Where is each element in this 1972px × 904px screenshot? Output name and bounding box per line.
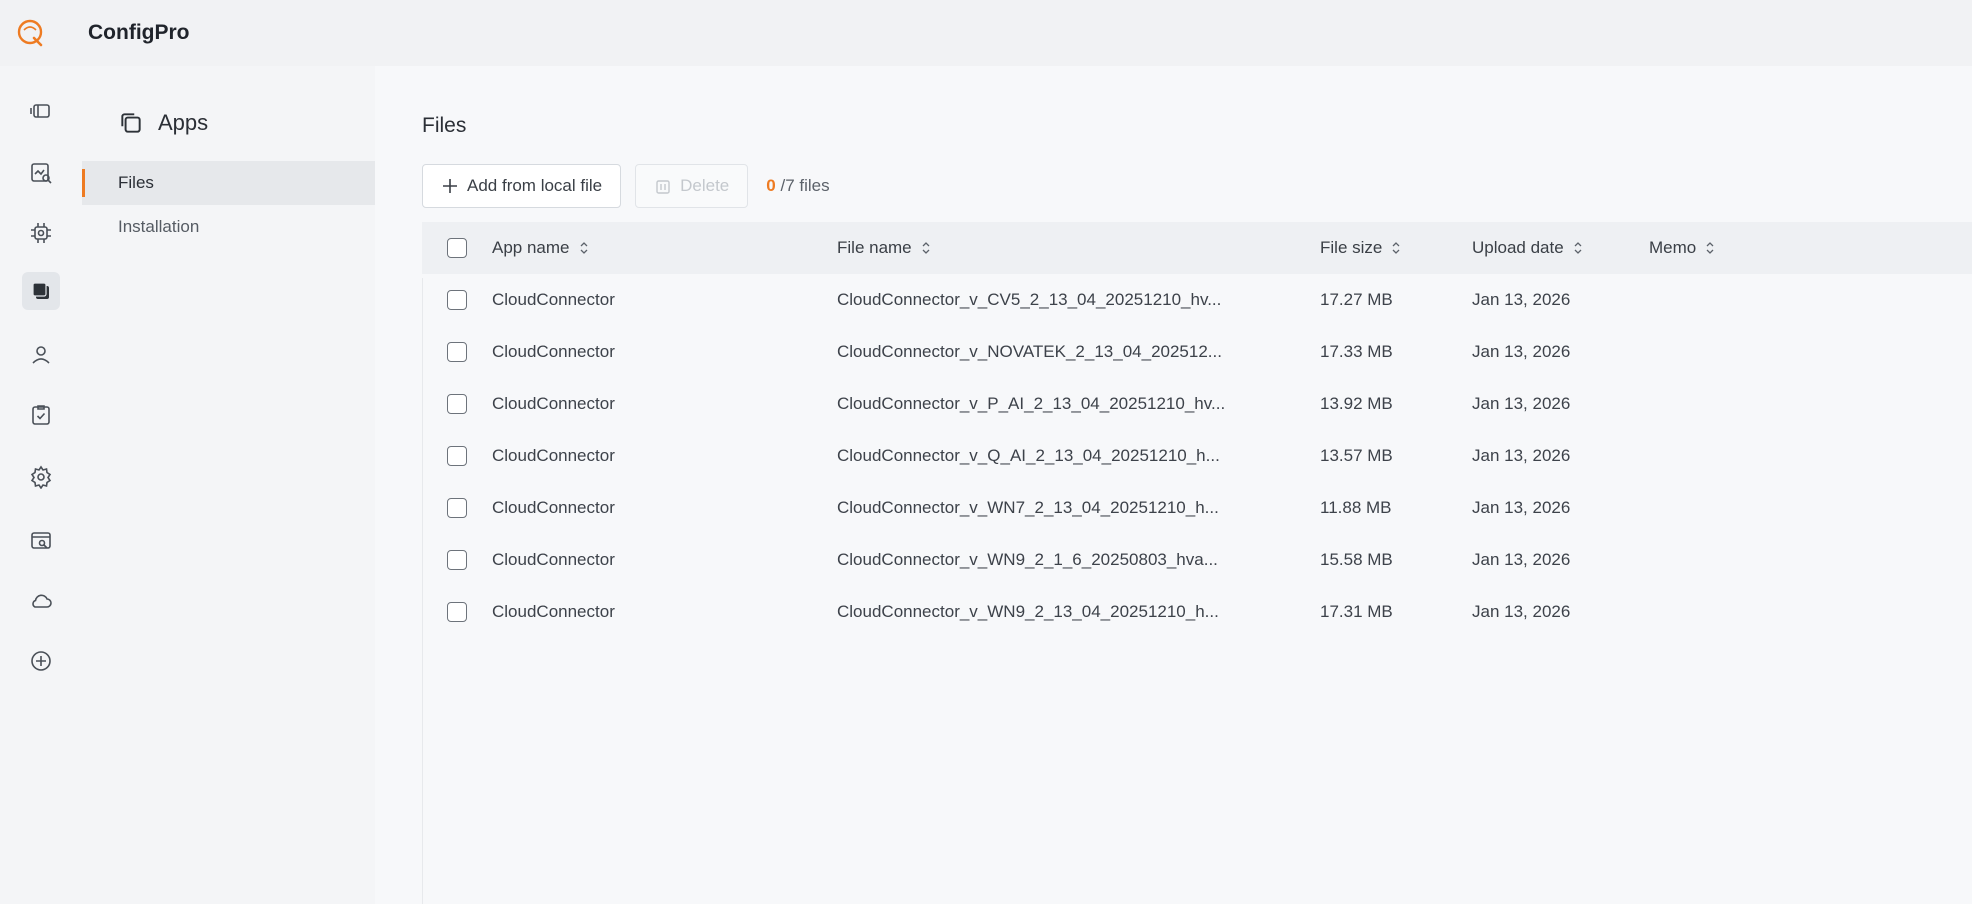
plus-circle-icon[interactable] (22, 642, 60, 680)
table-row[interactable]: CloudConnector CloudConnector_v_CV5_2_13… (422, 274, 1972, 326)
cloud-icon[interactable] (22, 582, 60, 620)
table-row[interactable]: CloudConnector CloudConnector_v_WN9_2_13… (422, 586, 1972, 638)
subnav-item-installation[interactable]: Installation (82, 205, 375, 249)
selected-count: 0 (766, 176, 776, 195)
row-checkbox[interactable] (447, 550, 467, 570)
column-label: File size (1320, 238, 1383, 257)
apps-subnav: Apps Files Installation (82, 66, 375, 904)
logo-icon[interactable] (16, 18, 46, 48)
apps-icon[interactable] (22, 272, 60, 310)
user-icon[interactable] (22, 336, 60, 374)
clipboard-check-icon[interactable] (22, 396, 60, 434)
sort-icon (1574, 242, 1582, 254)
row-checkbox[interactable] (447, 498, 467, 518)
file-size-cell: 11.88 MB (1320, 498, 1392, 517)
table-row[interactable]: CloudConnector CloudConnector_v_P_AI_2_1… (422, 378, 1972, 430)
column-label: Upload date (1472, 238, 1564, 257)
top-bar: ConfigPro (0, 0, 1972, 66)
subnav-item-label: Installation (118, 217, 200, 236)
row-checkbox[interactable] (447, 602, 467, 622)
main-content: Files Add from local file Delete 0 /7 fi… (375, 66, 1972, 904)
upload-date-cell: Jan 13, 2026 (1472, 446, 1571, 465)
sort-icon (580, 242, 587, 254)
plus-icon (443, 179, 457, 193)
delete-label: Delete (680, 176, 730, 195)
file-size-cell: 17.33 MB (1320, 342, 1393, 361)
app-title: ConfigPro (88, 21, 190, 44)
row-checkbox[interactable] (447, 342, 467, 362)
column-header-memo[interactable]: Memo (1649, 238, 1849, 258)
file-size-cell: 15.58 MB (1320, 550, 1393, 569)
row-checkbox[interactable] (447, 446, 467, 466)
app-window: ConfigPro Apps Files Installation Files … (0, 0, 1972, 904)
delete-button[interactable]: Delete (635, 164, 749, 208)
add-file-label: Add from local file (467, 176, 603, 195)
table-row[interactable]: CloudConnector CloudConnector_v_WN7_2_13… (422, 482, 1972, 534)
upload-date-cell: Jan 13, 2026 (1472, 394, 1571, 413)
file-name-cell: CloudConnector_v_Q_AI_2_13_04_20251210_h… (837, 446, 1220, 465)
file-name-cell: CloudConnector_v_NOVATEK_2_13_04_202512.… (837, 342, 1222, 361)
table-header: App name File name File size Upload date… (422, 222, 1972, 274)
upload-date-cell: Jan 13, 2026 (1472, 342, 1571, 361)
upload-date-cell: Jan 13, 2026 (1472, 290, 1571, 309)
app-name-cell: CloudConnector (492, 550, 615, 569)
table-divider (422, 278, 423, 904)
file-size-cell: 13.92 MB (1320, 394, 1393, 413)
trash-icon (656, 180, 670, 194)
table-row[interactable]: CloudConnector CloudConnector_v_Q_AI_2_1… (422, 430, 1972, 482)
subnav-header: Apps (118, 110, 208, 136)
file-size-cell: 17.27 MB (1320, 290, 1393, 309)
upload-date-cell: Jan 13, 2026 (1472, 602, 1571, 621)
server-search-icon[interactable] (22, 522, 60, 560)
app-name-cell: CloudConnector (492, 290, 615, 309)
file-name-cell: CloudConnector_v_WN7_2_13_04_20251210_h.… (837, 498, 1219, 517)
subnav-title: Apps (158, 110, 209, 135)
add-file-button[interactable]: Add from local file (422, 164, 622, 208)
select-all-checkbox[interactable] (447, 238, 467, 258)
chip-icon[interactable] (22, 214, 60, 252)
file-count: 0 /7 files (766, 176, 829, 196)
page-title: Files (422, 114, 467, 137)
column-label: File name (837, 238, 912, 257)
app-name-cell: CloudConnector (492, 394, 615, 413)
file-name-cell: CloudConnector_v_WN9_2_13_04_20251210_h.… (837, 602, 1219, 621)
column-header-file-name[interactable]: File name (837, 238, 1320, 258)
app-name-cell: CloudConnector (492, 342, 615, 361)
app-name-cell: CloudConnector (492, 602, 615, 621)
column-label: App name (492, 238, 570, 257)
subnav-item-files[interactable]: Files (82, 161, 375, 205)
sort-icon (922, 242, 930, 254)
upload-date-cell: Jan 13, 2026 (1472, 498, 1571, 517)
table-row[interactable]: CloudConnector CloudConnector_v_WN9_2_1_… (422, 534, 1972, 586)
apps-icon (121, 113, 141, 133)
table-row[interactable]: CloudConnector CloudConnector_v_NOVATEK_… (422, 326, 1972, 378)
panel-icon[interactable] (22, 92, 60, 130)
chart-search-icon[interactable] (22, 154, 60, 192)
column-header-file-size[interactable]: File size (1320, 238, 1472, 258)
total-files-label: /7 files (780, 176, 830, 195)
file-name-cell: CloudConnector_v_CV5_2_13_04_20251210_hv… (837, 290, 1222, 309)
files-table: App name File name File size Upload date… (422, 222, 1972, 638)
column-header-upload-date[interactable]: Upload date (1472, 238, 1649, 258)
icon-rail (0, 66, 82, 904)
sort-icon (1706, 242, 1714, 254)
file-name-cell: CloudConnector_v_WN9_2_1_6_20250803_hva.… (837, 550, 1218, 569)
column-label: Memo (1649, 238, 1697, 257)
file-name-cell: CloudConnector_v_P_AI_2_13_04_20251210_h… (837, 394, 1226, 413)
subnav-item-label: Files (118, 173, 154, 192)
toolbar: Add from local file Delete 0 /7 files (422, 164, 830, 208)
row-checkbox[interactable] (447, 290, 467, 310)
app-name-cell: CloudConnector (492, 446, 615, 465)
app-name-cell: CloudConnector (492, 498, 615, 517)
row-checkbox[interactable] (447, 394, 467, 414)
sort-icon (1392, 242, 1400, 254)
file-size-cell: 13.57 MB (1320, 446, 1393, 465)
upload-date-cell: Jan 13, 2026 (1472, 550, 1571, 569)
file-size-cell: 17.31 MB (1320, 602, 1393, 621)
column-header-app-name[interactable]: App name (492, 238, 837, 258)
gear-icon[interactable] (22, 458, 60, 496)
